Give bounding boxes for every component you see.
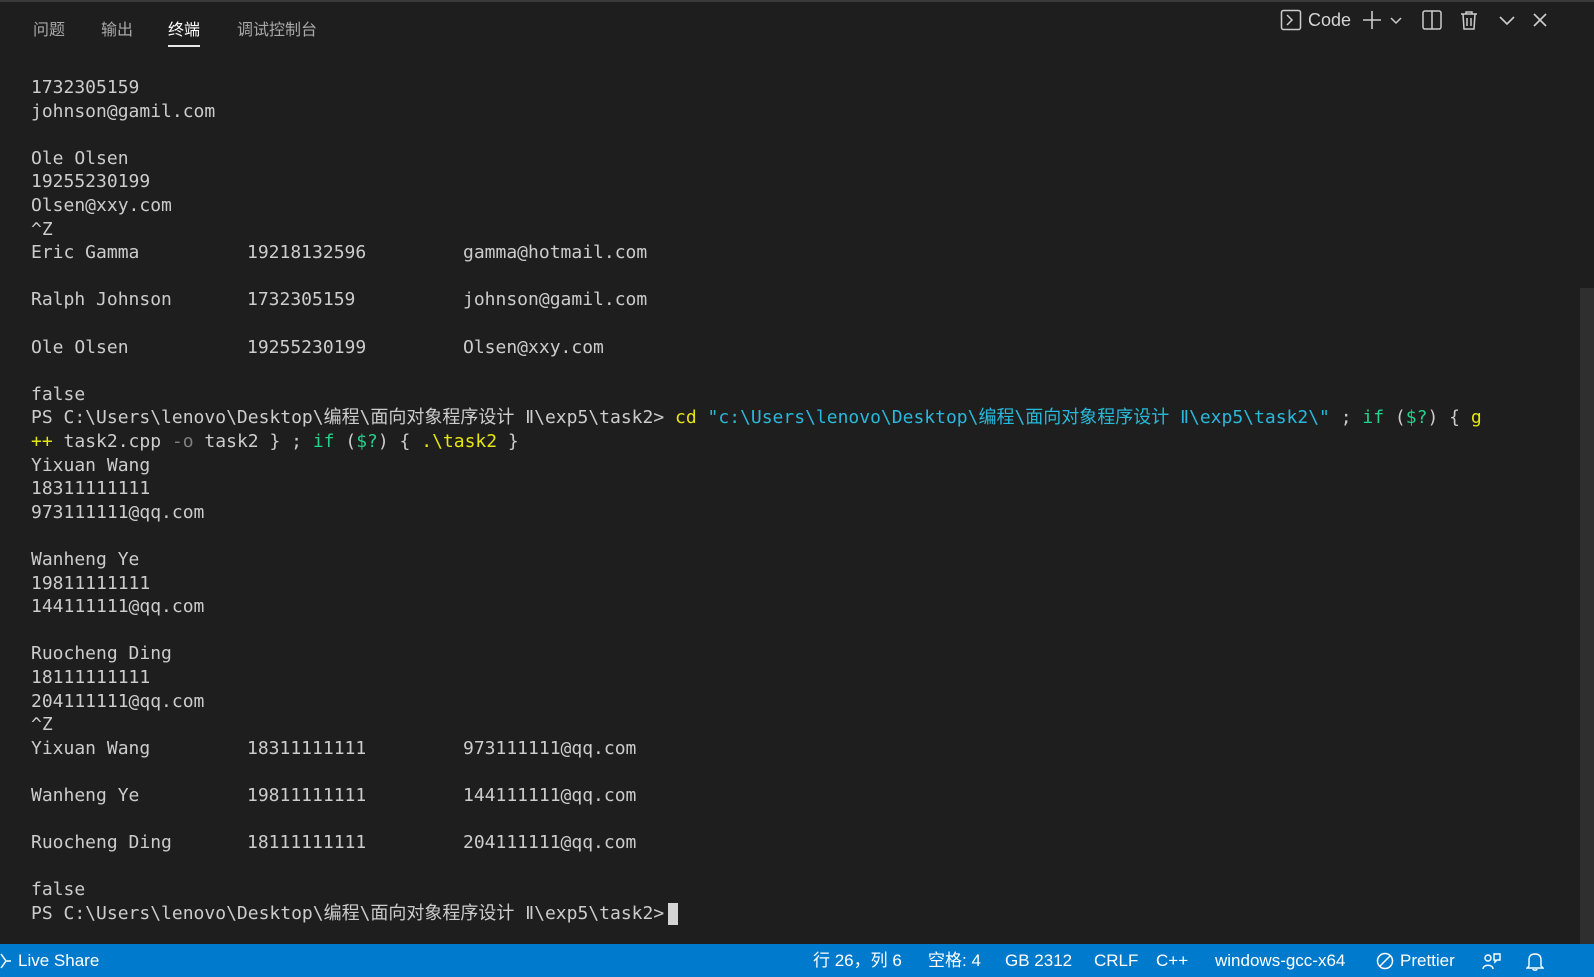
terminal-line: 144111111@qq.com <box>31 596 205 618</box>
command-token: "c:\Users\lenovo\Desktop\编程\面向对象程序设计 Ⅱ\e… <box>696 407 1330 429</box>
maximize-panel-button[interactable] <box>1497 6 1517 34</box>
command-token: task2.cpp <box>52 431 172 452</box>
cursor-position[interactable]: 行 26，列 6 <box>813 944 902 977</box>
terminal-line: Ole Olsen <box>31 147 129 169</box>
command-token: $? <box>1405 407 1428 429</box>
command-token: if <box>312 431 335 452</box>
terminal-prompt[interactable]: PS C:\Users\lenovo\Desktop\编程\面向对象程序设计 Ⅱ… <box>31 902 679 926</box>
tab-debug-console[interactable]: 调试控制台 <box>237 18 317 50</box>
terminal-line: 18111111111 <box>31 667 151 688</box>
encoding-setting[interactable]: GB 2312 <box>1005 944 1072 977</box>
command-token: ++ <box>31 431 53 452</box>
terminal-table-cell: 19255230199 <box>247 336 367 358</box>
terminal-table-cell: Ruocheng Ding <box>31 832 172 854</box>
prettier-icon <box>1376 952 1394 970</box>
terminal-table-cell: 18311111111 <box>247 737 367 759</box>
terminal-line: 18311111111 <box>31 478 151 500</box>
close-panel-button[interactable] <box>1530 6 1550 34</box>
bell-icon <box>1526 951 1544 971</box>
live-share-icon <box>0 953 12 969</box>
command-token: $? <box>356 431 378 452</box>
terminal-output[interactable]: 1732305159 johnson@gamil.com Ole Olsen 1925… <box>0 64 1580 944</box>
terminal-line: Ruocheng Ding <box>31 643 172 665</box>
command-token: } <box>497 431 519 452</box>
terminal-table-cell: 144111111@qq.com <box>463 785 637 806</box>
split-icon <box>1421 9 1443 31</box>
command-token: ) { <box>377 431 422 452</box>
live-share-label: Live Share <box>18 951 100 970</box>
terminal-line: johnson@gamil.com <box>31 100 216 122</box>
terminal-line: ^Z <box>31 714 53 736</box>
notifications-button[interactable] <box>1526 944 1544 977</box>
terminal-table-cell: Olsen@xxy.com <box>463 336 604 358</box>
kill-terminal-button[interactable] <box>1458 6 1480 34</box>
chevron-down-icon <box>1389 13 1403 27</box>
terminal-table-cell: 973111111@qq.com <box>463 737 637 759</box>
split-terminal-button[interactable] <box>1421 6 1443 34</box>
terminal-line: Wanheng Ye <box>31 549 140 570</box>
close-icon <box>1530 10 1550 30</box>
feedback-button[interactable] <box>1481 944 1501 977</box>
terminal-table-cell: 1732305159 <box>247 289 356 311</box>
command-token: ( <box>1384 407 1406 429</box>
terminal-table-cell: Eric Gamma <box>31 242 140 264</box>
command-token: ( <box>334 431 357 452</box>
terminal-profile-label: Code <box>1308 9 1352 30</box>
terminal-table-cell: Wanheng Ye <box>31 785 140 806</box>
prettier-status[interactable]: Prettier <box>1376 944 1455 977</box>
terminal-command-line: ++ task2.cpp -o task2 } ; if ($?) { .\ta… <box>31 430 519 454</box>
terminal-line: ^Z <box>31 218 53 240</box>
cpp-configuration[interactable]: windows-gcc-x64 <box>1215 944 1345 977</box>
terminal-line: 204111111@qq.com <box>31 690 205 712</box>
terminal-table-cell: Ralph Johnson <box>31 289 172 311</box>
tab-output[interactable]: 输出 <box>101 18 133 50</box>
terminal-line: false <box>31 383 86 405</box>
terminal-table-cell: johnson@gamil.com <box>463 289 648 311</box>
plus-icon <box>1361 9 1383 31</box>
terminal-table-cell: 19811111111 <box>247 785 367 806</box>
terminal-icon <box>1280 9 1302 31</box>
terminal-dropdown-button[interactable] <box>1389 6 1403 34</box>
chevron-down-icon <box>1497 10 1517 30</box>
language-mode[interactable]: C++ <box>1156 944 1188 977</box>
command-token: ) { <box>1427 407 1471 429</box>
command-token: PS C:\Users\lenovo\Desktop\编程\面向对象程序设计 Ⅱ… <box>31 407 676 429</box>
command-token: g <box>1470 407 1482 429</box>
command-token: .\task2 <box>421 431 498 452</box>
eol-setting[interactable]: CRLF <box>1094 944 1138 977</box>
terminal-command-line: PS C:\Users\lenovo\Desktop\编程\面向对象程序设计 Ⅱ… <box>31 406 1482 430</box>
terminal-line: 1732305159 <box>31 77 140 98</box>
prettier-label: Prettier <box>1400 951 1455 970</box>
status-bar: Live Share 行 26，列 6 空格: 4 GB 2312 CRLF C… <box>0 944 1594 977</box>
tab-problems[interactable]: 问题 <box>33 18 65 50</box>
command-token: -o <box>171 431 194 452</box>
command-token: if <box>1362 407 1385 429</box>
terminal-line: 973111111@qq.com <box>31 501 205 523</box>
trash-icon <box>1458 9 1480 31</box>
command-token: task2 } ; <box>193 431 313 452</box>
live-share-button[interactable]: Live Share <box>0 944 99 977</box>
terminal-line: Yixuan Wang <box>31 454 151 476</box>
indentation-setting[interactable]: 空格: 4 <box>928 944 981 977</box>
command-token: ; <box>1329 407 1363 429</box>
terminal-line: 19811111111 <box>31 572 151 594</box>
terminal-table-cell: 204111111@qq.com <box>463 832 637 854</box>
terminal-line: false <box>31 879 86 901</box>
tab-terminal[interactable]: 终端 <box>168 18 201 50</box>
feedback-icon <box>1481 951 1501 971</box>
terminal-scrollbar[interactable] <box>1580 288 1594 944</box>
terminal-line: Olsen@xxy.com <box>31 195 172 216</box>
terminal-table-cell: 18111111111 <box>247 832 367 854</box>
terminal-line: 19255230199 <box>31 171 151 193</box>
terminal-table-cell: gamma@hotmail.com <box>463 242 648 264</box>
terminal-table-cell: 19218132596 <box>247 242 367 264</box>
terminal-cursor <box>668 903 679 925</box>
panel-tab-bar: 问题 输出 终端 调试控制台 Code <box>0 0 1594 56</box>
command-token: cd <box>675 407 697 429</box>
prompt-text: PS C:\Users\lenovo\Desktop\编程\面向对象程序设计 Ⅱ… <box>31 903 665 924</box>
terminal-table-cell: Yixuan Wang <box>31 737 151 759</box>
new-terminal-button[interactable] <box>1361 6 1383 34</box>
terminal-table-cell: Ole Olsen <box>31 336 129 358</box>
terminal-profile-button[interactable]: Code <box>1280 6 1351 34</box>
